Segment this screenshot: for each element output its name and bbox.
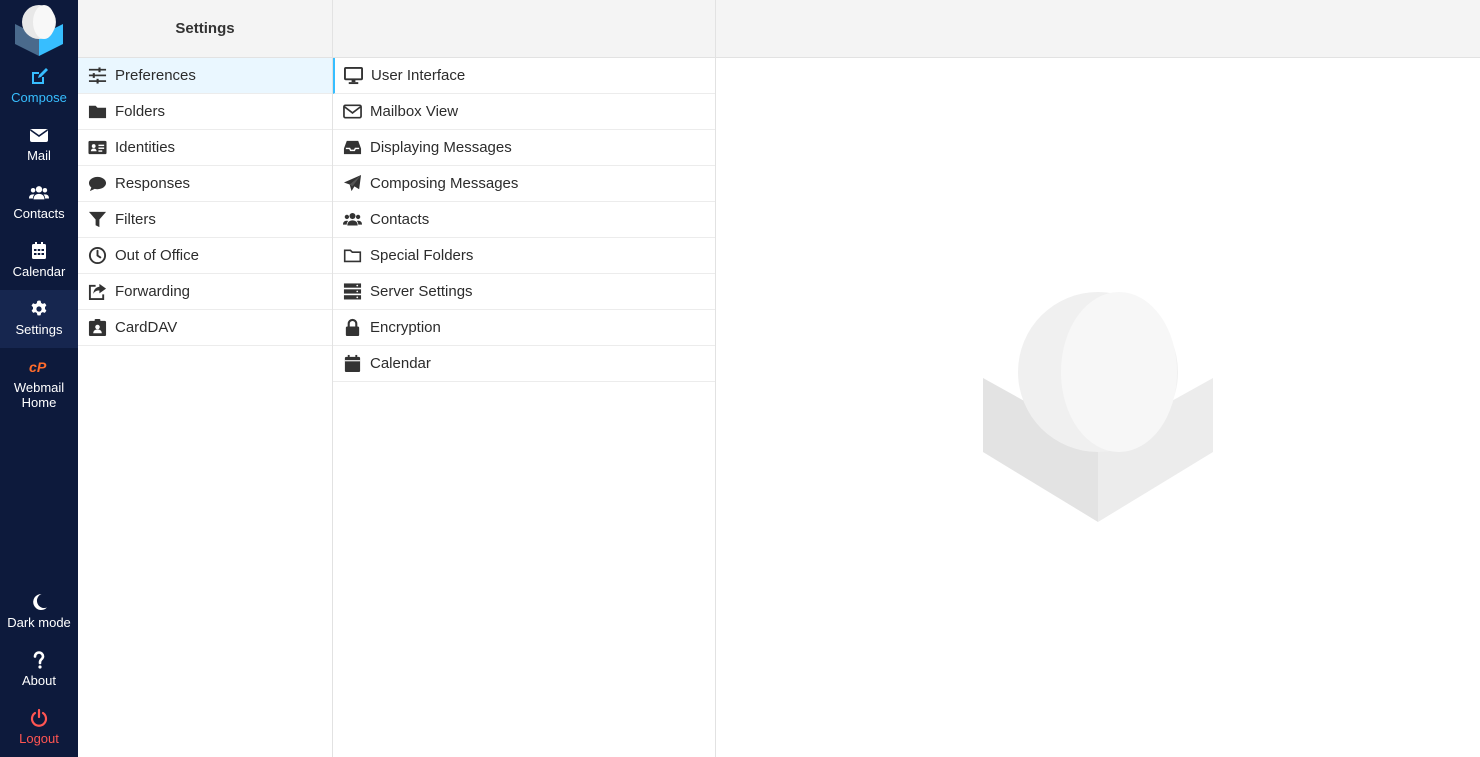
mail-button[interactable]: Mail: [0, 124, 78, 182]
preferences-panel: User Interface Mailbox View Displaying M…: [333, 0, 716, 757]
pref-label: Encryption: [370, 319, 441, 336]
section-label: Preferences: [115, 67, 196, 84]
paper-plane-icon: [342, 174, 362, 194]
pref-label: User Interface: [371, 67, 466, 84]
svg-text:cP: cP: [29, 360, 47, 376]
pref-displaying-messages[interactable]: Displaying Messages: [333, 130, 715, 166]
pref-contacts[interactable]: Contacts: [333, 202, 715, 238]
power-icon: [28, 708, 50, 730]
filter-icon: [87, 210, 107, 230]
pref-calendar[interactable]: Calendar: [333, 346, 715, 382]
section-folders[interactable]: Folders: [78, 94, 332, 130]
roundcube-logo[interactable]: [11, 4, 67, 56]
cpanel-icon: cP: [28, 357, 50, 379]
sliders-icon: [87, 66, 107, 86]
section-carddav[interactable]: CardDAV: [78, 310, 332, 346]
about-label: About: [22, 673, 56, 688]
section-responses[interactable]: Responses: [78, 166, 332, 202]
content-header: [716, 0, 1480, 58]
compose-label: Compose: [11, 90, 67, 105]
roundcube-watermark: [983, 292, 1213, 522]
logout-button[interactable]: Logout: [0, 707, 78, 757]
pref-label: Composing Messages: [370, 175, 519, 192]
section-label: Folders: [115, 103, 166, 120]
users-icon: [28, 183, 50, 205]
settings-title: Settings: [78, 0, 332, 58]
contacts-button[interactable]: Contacts: [0, 182, 78, 240]
monitor-icon: [343, 66, 363, 86]
edit-icon: [28, 67, 50, 89]
moon-icon: [28, 592, 50, 614]
pref-label: Mailbox View: [370, 103, 459, 120]
gear-icon: [28, 299, 50, 321]
content-panel: [716, 0, 1480, 757]
users-icon: [342, 210, 362, 230]
dark-mode-button[interactable]: Dark mode: [0, 591, 78, 649]
calendar-icon: [28, 241, 50, 263]
pref-server-settings[interactable]: Server Settings: [333, 274, 715, 310]
pref-mailbox-view[interactable]: Mailbox View: [333, 94, 715, 130]
pref-label: Special Folders: [370, 247, 474, 264]
envelope-icon: [28, 125, 50, 147]
settings-button[interactable]: Settings: [0, 290, 78, 348]
pref-label: Calendar: [370, 355, 431, 372]
pref-special-folders[interactable]: Special Folders: [333, 238, 715, 274]
section-label: Forwarding: [115, 283, 191, 300]
clock-icon: [87, 246, 107, 266]
section-label: Filters: [115, 211, 156, 228]
id-card-icon: [87, 138, 107, 158]
pref-user-interface[interactable]: User Interface: [333, 58, 715, 94]
comment-icon: [87, 174, 107, 194]
section-label: Identities: [115, 139, 176, 156]
folder-icon: [87, 102, 107, 122]
section-label: Out of Office: [115, 247, 199, 264]
section-filters[interactable]: Filters: [78, 202, 332, 238]
section-forwarding[interactable]: Forwarding: [78, 274, 332, 310]
section-preferences[interactable]: Preferences: [78, 58, 332, 94]
section-label: CardDAV: [115, 319, 178, 336]
nav-rail: Compose Mail Contacts Calendar Settings …: [0, 0, 78, 757]
calendar-label: Calendar: [12, 264, 66, 279]
envelope-outline-icon: [342, 102, 362, 122]
settings-sections-panel: Settings Preferences Folders Identities …: [78, 0, 333, 757]
pref-label: Server Settings: [370, 283, 473, 300]
about-button[interactable]: About: [0, 649, 78, 707]
pref-encryption[interactable]: Encryption: [333, 310, 715, 346]
contacts-label: Contacts: [13, 206, 65, 221]
address-book-icon: [87, 318, 107, 338]
inbox-icon: [342, 138, 362, 158]
lock-icon: [342, 318, 362, 338]
calendar-icon: [342, 354, 362, 374]
section-identities[interactable]: Identities: [78, 130, 332, 166]
pref-label: Displaying Messages: [370, 139, 512, 156]
webmail-home-button[interactable]: cP Webmail Home: [0, 356, 78, 412]
logout-label: Logout: [19, 731, 59, 746]
pref-label: Contacts: [370, 211, 430, 228]
mail-label: Mail: [27, 148, 51, 163]
section-out-of-office[interactable]: Out of Office: [78, 238, 332, 274]
section-label: Responses: [115, 175, 191, 192]
server-icon: [342, 282, 362, 302]
webmail-home-label: Webmail Home: [13, 380, 65, 410]
preferences-header: [333, 0, 715, 58]
folder-outline-icon: [342, 246, 362, 266]
dark-mode-label: Dark mode: [7, 615, 71, 630]
question-icon: [28, 650, 50, 672]
compose-button[interactable]: Compose: [0, 66, 78, 124]
pref-composing-messages[interactable]: Composing Messages: [333, 166, 715, 202]
share-icon: [87, 282, 107, 302]
settings-label: Settings: [15, 322, 63, 337]
